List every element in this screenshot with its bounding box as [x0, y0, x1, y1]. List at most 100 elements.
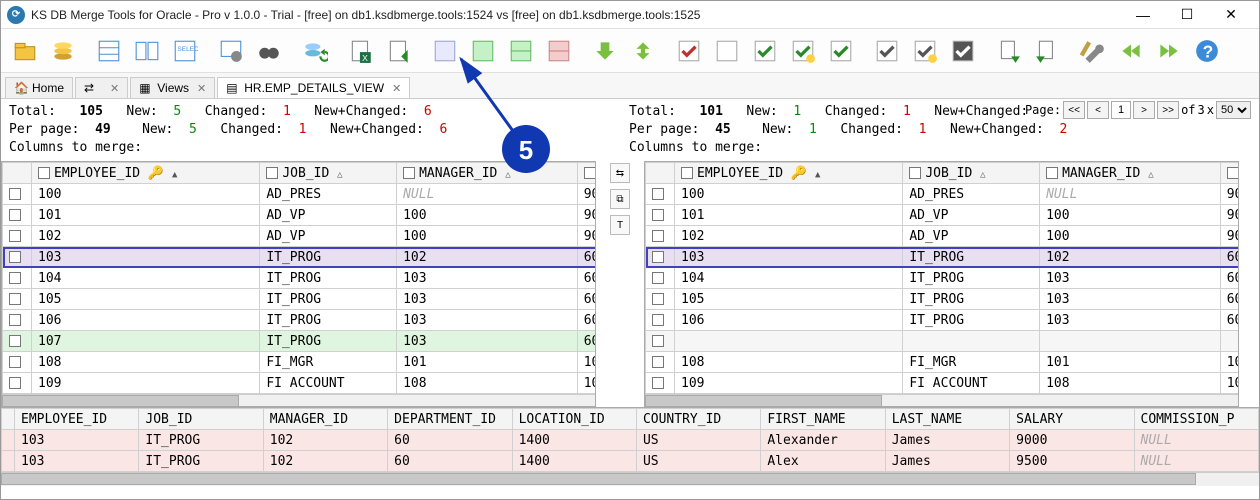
refresh-db-icon[interactable]: [297, 33, 333, 69]
row-checkbox[interactable]: [652, 335, 664, 347]
cell[interactable]: 100: [397, 205, 578, 226]
scrollbar-h[interactable]: [2, 394, 595, 407]
cell[interactable]: 100: [397, 226, 578, 247]
mid-copy-icon[interactable]: ⧉: [610, 189, 630, 209]
cell[interactable]: [675, 331, 903, 352]
cell[interactable]: 103: [397, 289, 578, 310]
merge-col-header[interactable]: LAST_NAME: [885, 409, 1009, 430]
cell[interactable]: IT_PROG: [903, 247, 1040, 268]
merge-cell[interactable]: IT_PROG: [139, 430, 263, 451]
merge-col-header[interactable]: MANAGER_ID: [263, 409, 387, 430]
row-checkbox[interactable]: [9, 314, 21, 326]
export-excel-icon[interactable]: X: [343, 33, 379, 69]
cell[interactable]: AD_VP: [260, 205, 397, 226]
cell[interactable]: 90: [577, 205, 596, 226]
merge-col-header[interactable]: EMPLOYEE_ID: [15, 409, 139, 430]
merge-grid[interactable]: EMPLOYEE_IDJOB_IDMANAGER_IDDEPARTMENT_ID…: [1, 407, 1259, 486]
row-checkbox[interactable]: [652, 251, 664, 263]
pager-last-button[interactable]: >>: [1157, 101, 1179, 119]
row-checkbox[interactable]: [9, 377, 21, 389]
table-row[interactable]: 100AD_PRESNULL901700: [646, 184, 1240, 205]
sync-down-icon[interactable]: [587, 33, 623, 69]
open-icon[interactable]: [7, 33, 43, 69]
cell[interactable]: AD_VP: [903, 226, 1040, 247]
tab-views[interactable]: ▦ Views ✕: [130, 77, 215, 98]
check-dark-2-icon[interactable]: [907, 33, 943, 69]
grid-right[interactable]: EMPLOYEE_ID 🔑 ▲JOB_ID △MANAGER_ID △DEPAR…: [644, 161, 1239, 407]
row-checkbox[interactable]: [9, 272, 21, 284]
col-header[interactable]: JOB_ID △: [260, 163, 397, 184]
table-settings-icon[interactable]: [213, 33, 249, 69]
row-checkbox[interactable]: [9, 230, 21, 242]
page-size-select[interactable]: 50: [1216, 101, 1251, 119]
minimize-button[interactable]: —: [1121, 1, 1165, 29]
merge-cell[interactable]: 103: [15, 451, 139, 472]
row-checkbox[interactable]: [652, 314, 664, 326]
merge-cell[interactable]: 60: [388, 451, 512, 472]
table-row[interactable]: 109FI ACCOUNT1081001700: [3, 373, 597, 394]
sql-icon[interactable]: SELECT: [167, 33, 203, 69]
cell[interactable]: [903, 331, 1040, 352]
cell[interactable]: 108: [675, 352, 903, 373]
col-header[interactable]: MANAGER_ID △: [397, 163, 578, 184]
filter-changed-icon[interactable]: [541, 33, 577, 69]
cell[interactable]: 108: [1040, 373, 1221, 394]
cell[interactable]: 102: [1040, 247, 1221, 268]
row-checkbox[interactable]: [652, 209, 664, 221]
table-row[interactable]: 102AD_VP100901700: [646, 226, 1240, 247]
cell[interactable]: 101: [397, 352, 578, 373]
cell[interactable]: 100: [1220, 373, 1239, 394]
table-row[interactable]: 100AD_PRESNULL901700: [3, 184, 597, 205]
maximize-button[interactable]: ☐: [1165, 1, 1209, 29]
merge-cell[interactable]: US: [636, 430, 760, 451]
merge-cell[interactable]: IT_PROG: [139, 451, 263, 472]
merge-cell[interactable]: James: [885, 430, 1009, 451]
row-checkbox[interactable]: [9, 188, 21, 200]
grid-2-icon[interactable]: [129, 33, 165, 69]
cell[interactable]: FI ACCOUNT: [903, 373, 1040, 394]
cell[interactable]: AD_VP: [903, 205, 1040, 226]
table-row[interactable]: 104IT_PROG103601400: [3, 268, 597, 289]
table-row[interactable]: 109FI ACCOUNT1081001700: [646, 373, 1240, 394]
col-header[interactable]: EMPLOYEE_ID 🔑 ▲: [32, 163, 260, 184]
cell[interactable]: 103: [32, 247, 260, 268]
merge-col-header[interactable]: SALARY: [1010, 409, 1134, 430]
mid-text-icon[interactable]: T: [610, 215, 630, 235]
check-red-icon[interactable]: [671, 33, 707, 69]
cell[interactable]: 103: [1040, 289, 1221, 310]
cell[interactable]: 100: [32, 184, 260, 205]
table-row[interactable]: 101AD_VP100901700: [3, 205, 597, 226]
col-checkbox[interactable]: [266, 167, 278, 179]
cell[interactable]: 100: [1220, 352, 1239, 373]
cell[interactable]: 102: [675, 226, 903, 247]
close-icon[interactable]: ✕: [392, 82, 401, 95]
export-doc-icon[interactable]: [381, 33, 417, 69]
help-icon[interactable]: ?: [1189, 33, 1225, 69]
cell[interactable]: AD_PRES: [903, 184, 1040, 205]
cell[interactable]: 60: [577, 268, 596, 289]
cell[interactable]: 103: [397, 331, 578, 352]
cell[interactable]: IT_PROG: [260, 310, 397, 331]
cell[interactable]: NULL: [1040, 184, 1221, 205]
table-row[interactable]: 107IT_PROG103601400: [3, 331, 597, 352]
cell[interactable]: 60: [1220, 289, 1239, 310]
table-row[interactable]: 104IT_PROG103601400: [646, 268, 1240, 289]
pager-page-input[interactable]: [1111, 101, 1131, 119]
cell[interactable]: IT_PROG: [903, 310, 1040, 331]
check-green-3-icon[interactable]: [823, 33, 859, 69]
grid-left[interactable]: EMPLOYEE_ID 🔑 ▲JOB_ID △MANAGER_ID △DEPAR…: [1, 161, 596, 407]
pager-prev-button[interactable]: <: [1087, 101, 1109, 119]
merge-cell[interactable]: 1400: [512, 451, 636, 472]
cell[interactable]: 102: [32, 226, 260, 247]
cell[interactable]: 60: [1220, 247, 1239, 268]
cell[interactable]: 102: [397, 247, 578, 268]
merge-cell[interactable]: 60: [388, 430, 512, 451]
close-icon[interactable]: ✕: [197, 82, 206, 95]
cell[interactable]: 103: [1040, 268, 1221, 289]
col-checkbox[interactable]: [403, 167, 415, 179]
row-checkbox[interactable]: [652, 293, 664, 305]
col-checkbox[interactable]: [38, 167, 50, 179]
cell[interactable]: IT_PROG: [903, 289, 1040, 310]
pager-first-button[interactable]: <<: [1063, 101, 1085, 119]
col-header[interactable]: DEPARTMENT_ID △: [1220, 163, 1239, 184]
